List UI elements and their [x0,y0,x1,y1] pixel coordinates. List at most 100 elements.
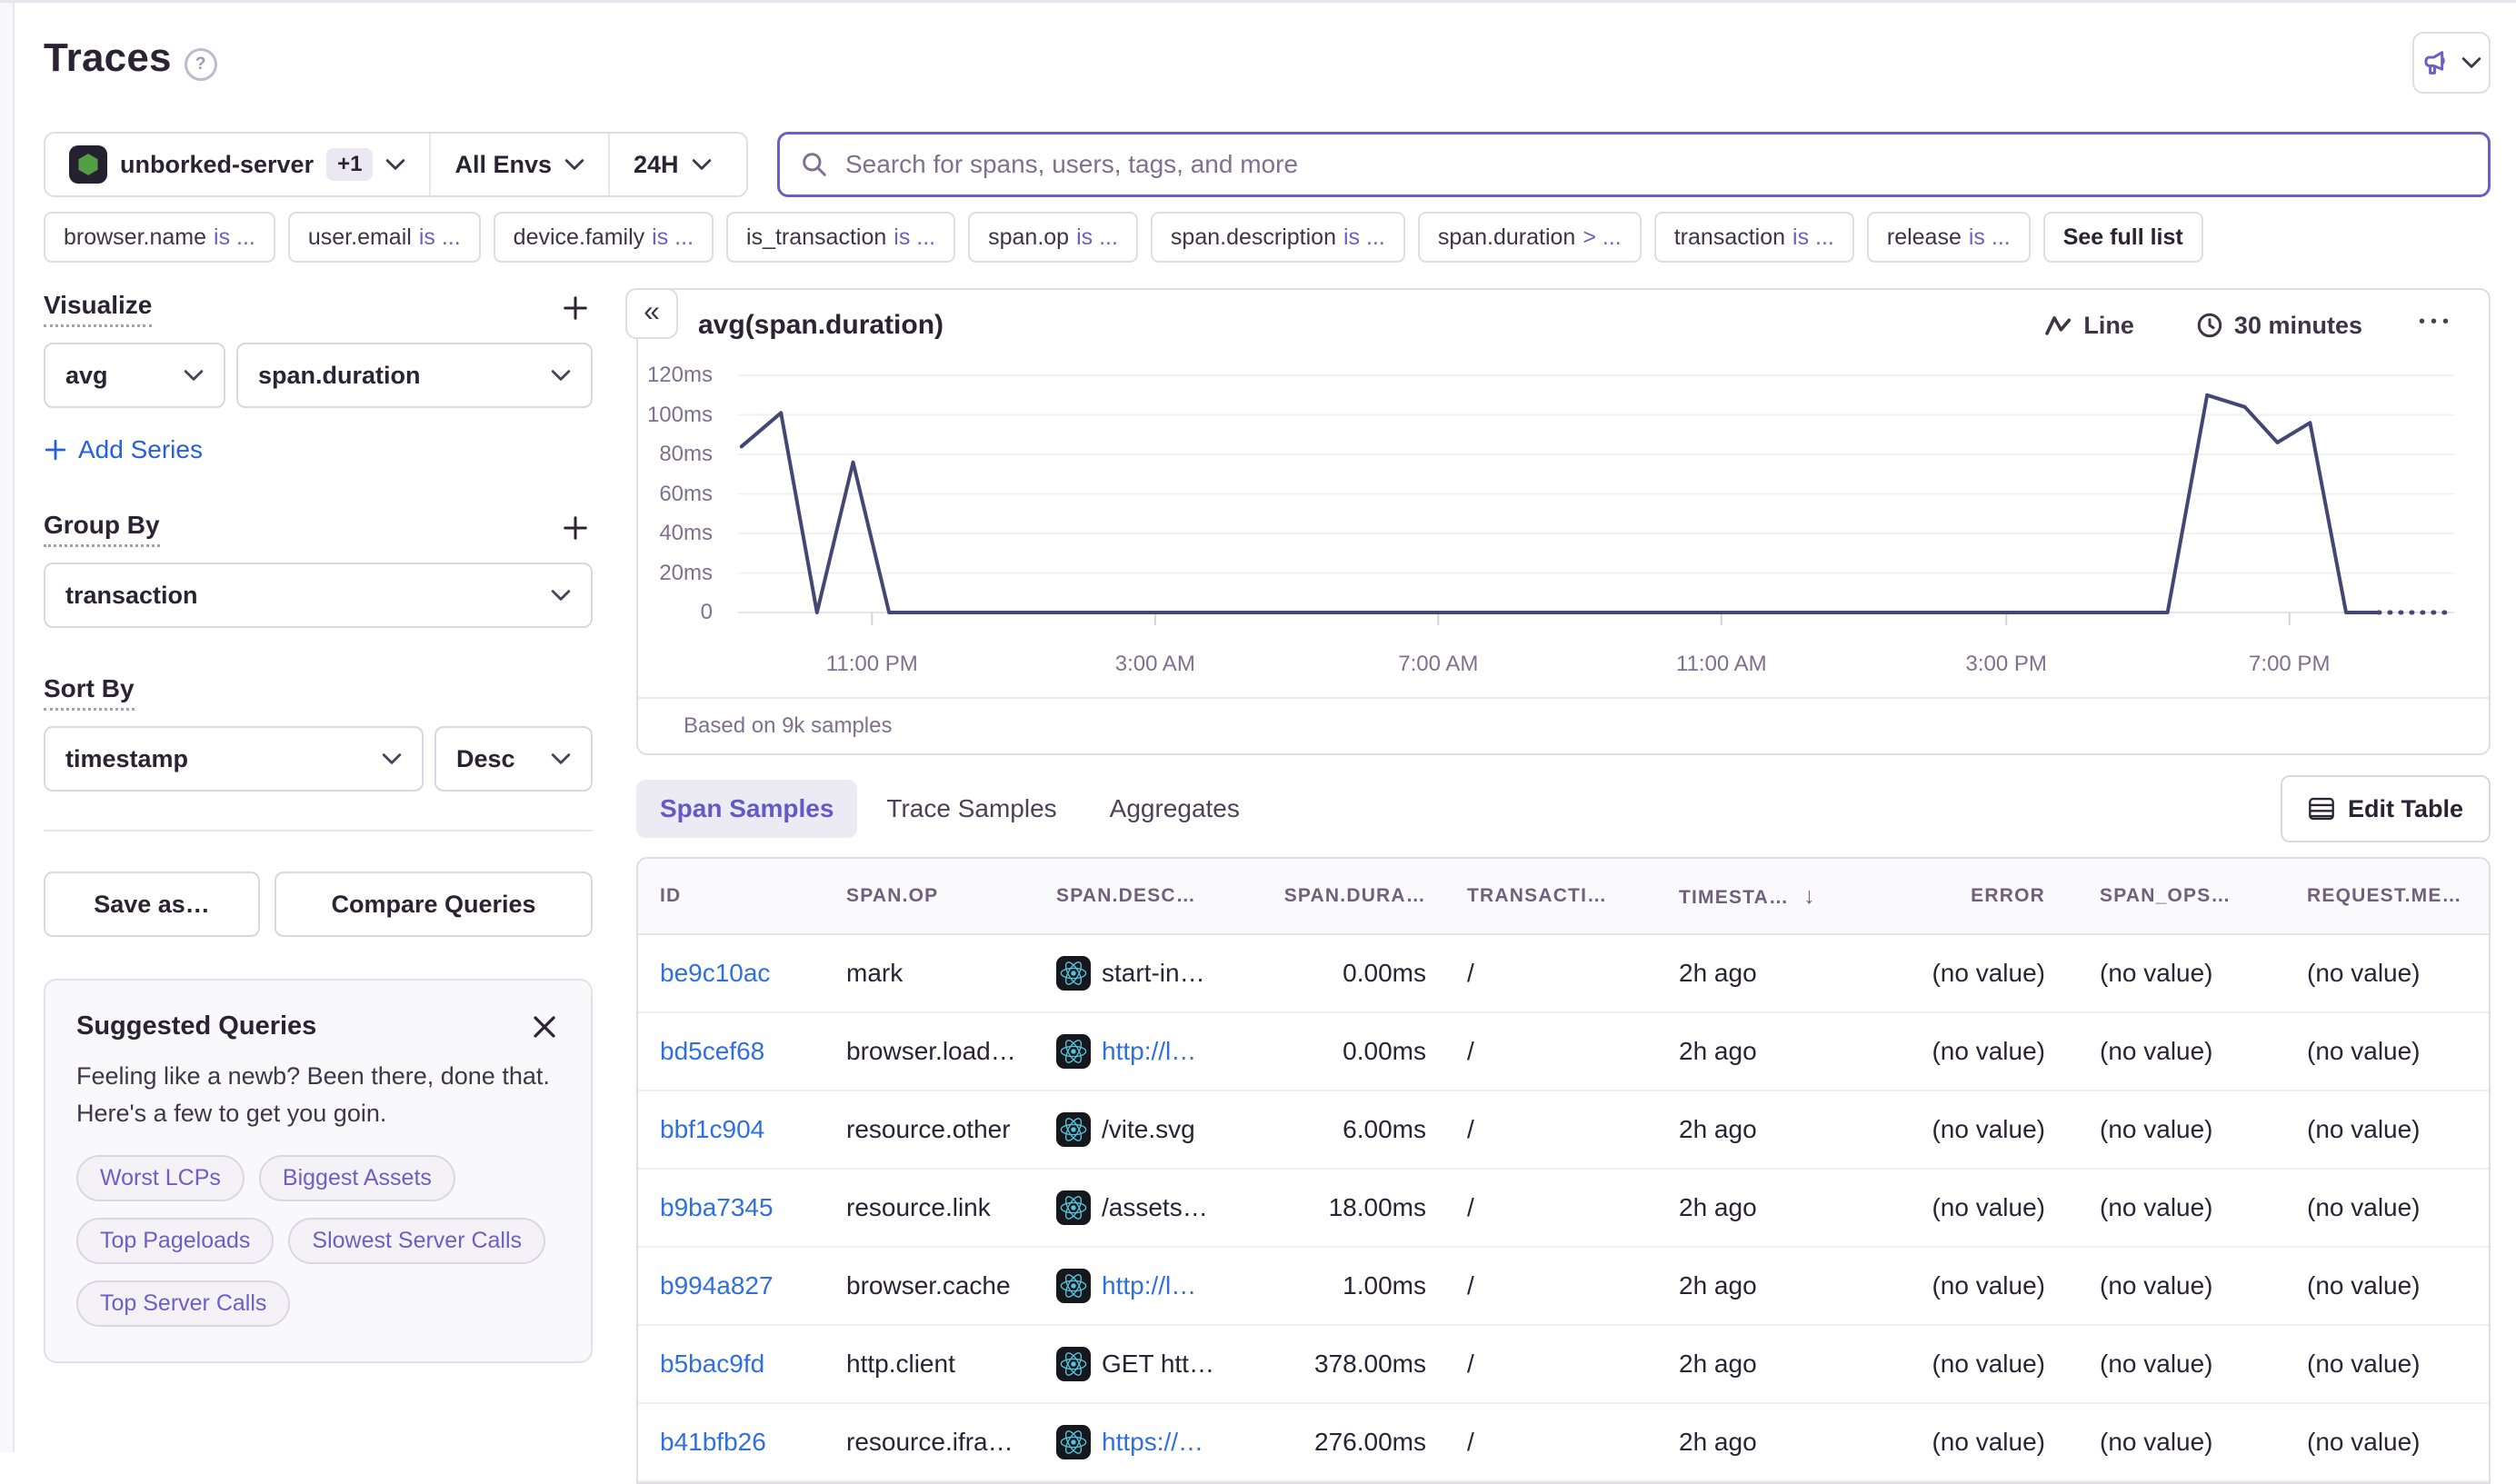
x-axis-tick-label: 7:00 AM [1398,652,1478,677]
filter-chip-is_transaction[interactable]: is_transactionis ... [726,212,955,263]
span-description-text[interactable]: https://… [1102,1428,1203,1457]
column-header-id[interactable]: ID [660,885,846,907]
collapse-sidebar-icon[interactable]: « [625,288,678,339]
column-header-error[interactable]: ERROR [1876,885,2047,907]
column-header-spandura[interactable]: SPAN.DURA… [1263,885,1426,907]
cell-transaction: / [1426,959,1649,988]
span-description-text[interactable]: http://l… [1102,1271,1196,1300]
chevron-down-icon [382,752,402,765]
cell-span-duration: 18.00ms [1263,1193,1426,1222]
filter-chip-device.family[interactable]: device.familyis ... [494,212,714,263]
cell-span-description: http://l… [1056,1269,1263,1303]
cell-error: (no value) [1876,1350,2047,1379]
span-id-link[interactable]: b41bfb26 [660,1428,766,1456]
span-id-link[interactable]: bbf1c904 [660,1115,764,1143]
cell-request-method: (no value) [2274,959,2467,988]
cell-span-ops: (no value) [2047,1428,2274,1457]
column-header-spanop[interactable]: SPAN.OP [846,885,1056,907]
close-icon[interactable] [529,1011,560,1045]
cell-timestamp[interactable]: 2h ago [1679,1037,1757,1066]
help-icon[interactable]: ? [185,48,217,81]
table-icon [2308,795,2335,822]
environment-label: All Envs [454,151,552,179]
cell-timestamp[interactable]: 2h ago [1679,1271,1757,1300]
cell-error: (no value) [1876,1428,2047,1457]
react-icon [1056,1347,1091,1381]
span-description-text[interactable]: http://l… [1102,1037,1196,1066]
chart-y-axis-labels: 020ms40ms60ms80ms100ms120ms [638,290,725,753]
cell-span-op: browser.load… [846,1037,1056,1066]
cell-timestamp[interactable]: 2h ago [1679,1350,1757,1379]
chart-plot-area[interactable] [738,364,2454,622]
group-by-select[interactable]: transaction [44,563,593,628]
column-header-spandesc[interactable]: SPAN.DESC… [1056,885,1263,907]
chevron-down-icon [551,752,571,765]
aggregate-field-select[interactable]: span.duration [236,343,593,408]
span-description-text: /assets… [1102,1193,1208,1222]
tab-trace-samples[interactable]: Trace Samples [863,780,1080,838]
cell-span-duration: 276.00ms [1263,1428,1426,1457]
filter-chip-transaction[interactable]: transactionis ... [1654,212,1854,263]
cell-timestamp[interactable]: 2h ago [1679,1115,1757,1144]
cell-span-ops: (no value) [2047,1350,2274,1379]
filter-chip-span.duration[interactable]: span.duration> ... [1418,212,1642,263]
column-header-transacti[interactable]: TRANSACTI… [1426,885,1649,907]
sort-field-select[interactable]: timestamp [44,726,424,792]
span-id-link[interactable]: bd5cef68 [660,1037,764,1065]
whats-new-button[interactable] [2412,32,2491,94]
react-icon [1056,1190,1091,1225]
date-range-label: 24H [634,151,679,179]
cell-span-description: start-in… [1056,956,1263,991]
column-header-timesta[interactable]: TIMESTA…↓ [1649,883,1876,910]
suggested-queries-title: Suggested Queries [76,1011,316,1041]
see-full-list-button[interactable]: See full list [2043,212,2203,263]
filter-chip-user.email[interactable]: user.emailis ... [288,212,481,263]
column-header-spanops[interactable]: SPAN_OPS… [2047,885,2274,907]
span-id-link[interactable]: b9ba7345 [660,1193,774,1221]
suggested-query-chip[interactable]: Worst LCPs [76,1155,245,1201]
aggregate-function-select[interactable]: avg [44,343,225,408]
chart-menu-icon[interactable]: ••• [2419,312,2454,340]
filter-chip-browser.name[interactable]: browser.nameis ... [44,212,275,263]
project-selector[interactable]: unborked-server +1 [45,134,429,195]
date-range-selector[interactable]: 24H [608,134,735,195]
filter-chip-span.description[interactable]: span.descriptionis ... [1151,212,1405,263]
filter-chip-span.op[interactable]: span.opis ... [968,212,1138,263]
tab-aggregates[interactable]: Aggregates [1086,780,1263,838]
chart-type-control[interactable]: Line [2040,311,2140,341]
suggested-query-chip[interactable]: Slowest Server Calls [288,1218,545,1264]
suggested-query-chip[interactable]: Biggest Assets [259,1155,455,1201]
sort-direction-select[interactable]: Desc [434,726,593,792]
add-series-button[interactable]: Add Series [44,435,203,464]
column-header-requestme[interactable]: REQUEST.ME… [2274,885,2467,907]
suggested-query-chip[interactable]: Top Server Calls [76,1280,290,1327]
chart-title: avg(span.duration) [698,310,2040,341]
filter-chip-release[interactable]: releaseis ... [1867,212,2031,263]
search-bar [777,132,2491,197]
cell-timestamp[interactable]: 2h ago [1679,1428,1757,1457]
table-row: b5bac9fdhttp.client GET htt…378.00ms/2h … [638,1326,2489,1404]
cell-transaction: / [1426,1037,1649,1066]
add-group-by-button[interactable] [558,511,593,548]
y-axis-tick-label: 120ms [647,363,713,388]
cell-timestamp[interactable]: 2h ago [1679,1193,1757,1222]
tab-span-samples[interactable]: Span Samples [636,780,857,838]
search-input[interactable] [844,149,2468,180]
environment-selector[interactable]: All Envs [429,134,608,195]
chart-interval-control[interactable]: 30 minutes [2191,311,2368,341]
save-as-button[interactable]: Save as… [44,871,260,937]
cell-timestamp[interactable]: 2h ago [1679,959,1757,988]
add-visualize-button[interactable] [558,291,593,328]
cell-span-op: mark [846,959,1056,988]
suggested-query-chip[interactable]: Top Pageloads [76,1218,274,1264]
span-id-link[interactable]: b994a827 [660,1271,774,1300]
cell-span-op: resource.other [846,1115,1056,1144]
sort-descending-icon: ↓ [1803,883,1816,909]
span-id-link[interactable]: be9c10ac [660,959,770,987]
span-id-link[interactable]: b5bac9fd [660,1350,764,1378]
query-sidebar: Visualize avg span.duration Add Series [44,288,593,1484]
cell-span-ops: (no value) [2047,1115,2274,1144]
compare-queries-button[interactable]: Compare Queries [275,871,593,937]
edit-table-button[interactable]: Edit Table [2281,775,2491,842]
cell-request-method: (no value) [2274,1193,2467,1222]
